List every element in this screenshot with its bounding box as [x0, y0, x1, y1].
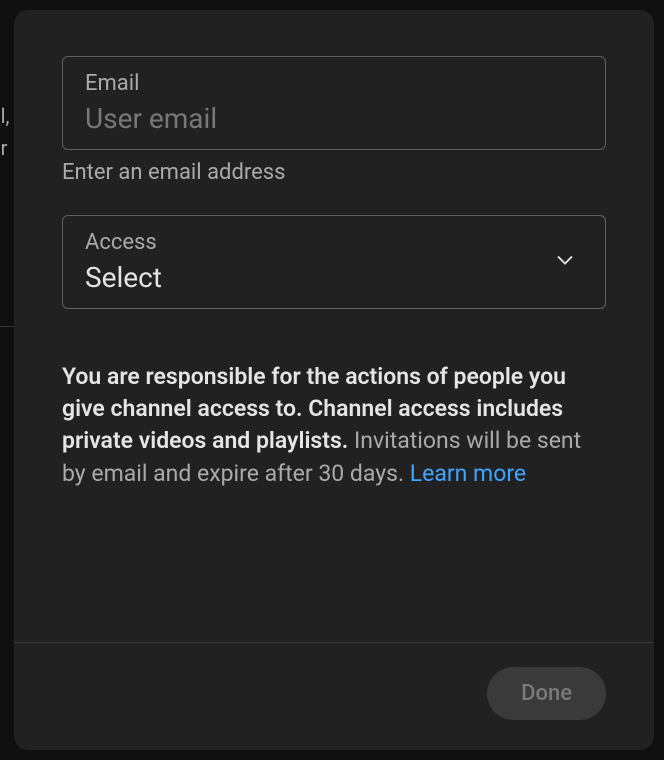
chevron-down-icon [551, 246, 579, 278]
email-input[interactable] [85, 102, 585, 135]
dialog-footer: Done [14, 642, 654, 750]
access-field-group: Access Select [62, 215, 606, 309]
email-helper-text: Enter an email address [62, 160, 606, 185]
channel-access-dialog: Email Enter an email address Access Sele… [14, 10, 654, 750]
info-paragraph: You are responsible for the actions of p… [62, 361, 606, 490]
learn-more-link[interactable]: Learn more [410, 460, 526, 487]
access-label: Access [85, 230, 551, 255]
access-value: Select [85, 261, 551, 294]
email-field-container[interactable]: Email [62, 56, 606, 150]
background-partial-text: el, er [0, 100, 9, 164]
access-select[interactable]: Access Select [62, 215, 606, 309]
email-label: Email [85, 71, 585, 96]
email-field-group: Email Enter an email address [62, 56, 606, 185]
dialog-body: Email Enter an email address Access Sele… [14, 10, 654, 642]
done-button[interactable]: Done [487, 667, 606, 720]
